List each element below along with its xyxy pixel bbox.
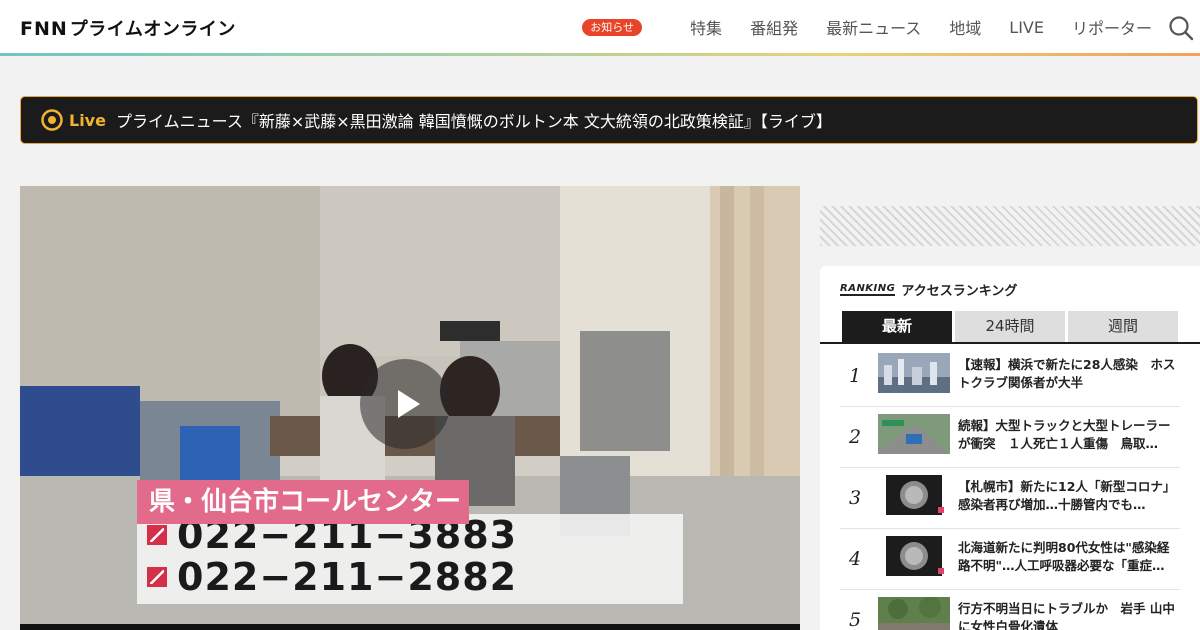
phone-line-2: 022−211−2882 — [147, 555, 518, 599]
rank-thumbnail — [878, 475, 950, 515]
tab-24h[interactable]: 24時間 — [955, 311, 1065, 342]
list-item[interactable]: 2 続報】大型トラックと大型トレーラーが衝突 １人死亡１人重傷 鳥取… — [840, 407, 1180, 468]
ranking-list: 1 【速報】横浜で新たに28人感染 ホストクラブ関係者が大半 2 続報】大型トラ… — [840, 346, 1180, 630]
play-button[interactable] — [360, 359, 450, 449]
rank-title[interactable]: 【速報】横浜で新たに28人感染 ホストクラブ関係者が大半 — [958, 356, 1180, 392]
nav-live[interactable]: LIVE — [1009, 18, 1044, 37]
list-item[interactable]: 3 【札幌市】新たに12人「新型コロナ」感染者再び増加…十勝管内でも… — [840, 468, 1180, 529]
rank-number: 3 — [848, 487, 862, 509]
rank-title[interactable]: 北海道新たに判明80代女性は"感染経路不明"…人工呼吸器必要な「重症… — [958, 539, 1180, 575]
rank-thumbnail — [878, 536, 950, 576]
live-label: Live — [69, 110, 106, 130]
live-eye-icon — [41, 109, 63, 131]
list-item[interactable]: 5 行方不明当日にトラブルか 岩手 山中に女性白骨化遺体 — [840, 590, 1180, 630]
rank-title[interactable]: 続報】大型トラックと大型トレーラーが衝突 １人死亡１人重傷 鳥取… — [958, 417, 1180, 453]
logo-text: プライムオンライン — [69, 19, 236, 40]
phone-bullet-icon — [147, 567, 167, 587]
tab-weekly[interactable]: 週間 — [1068, 311, 1178, 342]
rank-thumbnail — [878, 353, 950, 393]
ranking-tabs: 最新 24時間 週間 — [842, 311, 1181, 342]
rank-title[interactable]: 行方不明当日にトラブルか 岩手 山中に女性白骨化遺体 — [958, 600, 1180, 630]
video-bottom-bar — [20, 624, 800, 630]
ranking-panel: RANKING アクセスランキング 最新 24時間 週間 1 【速報】横浜で新た… — [820, 266, 1200, 630]
caption-title: 県・仙台市コールセンター — [137, 480, 469, 524]
caption-phone-box: 022−211−3883 022−211−2882 — [137, 513, 683, 604]
logo-mark: FNN — [20, 18, 68, 40]
phone-bullet-icon — [147, 525, 167, 545]
rank-number: 4 — [848, 548, 862, 570]
video-player[interactable]: 022−211−3883 022−211−2882 県・仙台市コールセンター — [20, 186, 800, 630]
rank-number: 2 — [848, 426, 862, 448]
search-icon[interactable] — [1168, 15, 1194, 41]
nav-programs[interactable]: 番組発 — [750, 15, 798, 39]
header-gradient-line — [0, 53, 1200, 56]
rank-thumbnail — [878, 597, 950, 630]
list-item[interactable]: 4 北海道新たに判明80代女性は"感染経路不明"…人工呼吸器必要な「重症… — [840, 529, 1180, 590]
phone-number-2: 022−211−2882 — [177, 555, 518, 599]
ad-placeholder — [820, 206, 1200, 246]
nav-features[interactable]: 特集 — [690, 15, 722, 39]
rank-title[interactable]: 【札幌市】新たに12人「新型コロナ」感染者再び増加…十勝管内でも… — [958, 478, 1180, 514]
site-header: FNN プライムオンライン お知らせ 特集 番組発 最新ニュース 地域 LIVE … — [0, 0, 1200, 54]
live-title[interactable]: プライムニュース『新藤×武藤×黒田激論 韓国憤慨のボルトン本 文大統領の北政策検… — [116, 108, 832, 132]
nav-regions[interactable]: 地域 — [949, 15, 981, 39]
nav-latest-news[interactable]: 最新ニュース — [826, 15, 921, 39]
rank-thumbnail — [878, 414, 950, 454]
ranking-title: アクセスランキング — [901, 284, 1018, 299]
rank-number: 1 — [848, 365, 862, 387]
notice-badge[interactable]: お知らせ — [582, 18, 643, 36]
play-icon — [398, 390, 420, 418]
main-nav: お知らせ 特集 番組発 最新ニュース 地域 LIVE リポーター — [582, 0, 1152, 54]
nav-reporters[interactable]: リポーター — [1072, 15, 1152, 39]
tabs-underline — [820, 342, 1200, 344]
rank-number: 5 — [848, 609, 862, 630]
ranking-logo: RANKING — [840, 282, 896, 296]
tab-latest[interactable]: 最新 — [842, 311, 952, 342]
list-item[interactable]: 1 【速報】横浜で新たに28人感染 ホストクラブ関係者が大半 — [840, 346, 1180, 407]
ranking-header: RANKING アクセスランキング — [840, 280, 1017, 299]
live-banner[interactable]: Live プライムニュース『新藤×武藤×黒田激論 韓国憤慨のボルトン本 文大統領… — [20, 96, 1198, 144]
site-logo[interactable]: FNN プライムオンライン — [20, 15, 236, 41]
